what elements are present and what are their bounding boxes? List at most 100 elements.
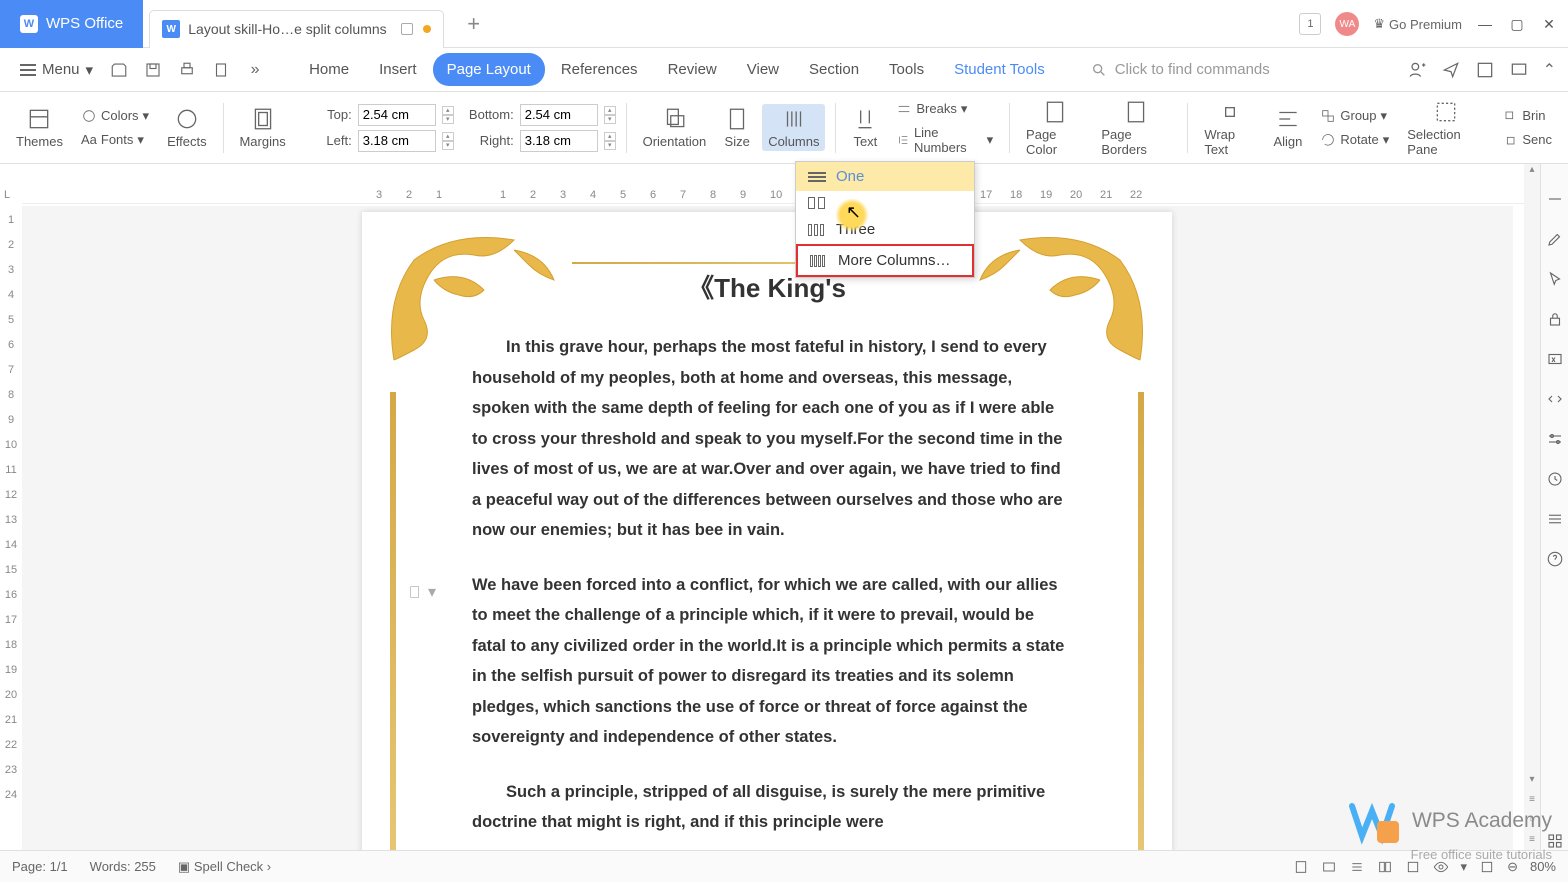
doc-thumbnail-icon — [401, 23, 413, 35]
tab-references[interactable]: References — [547, 53, 652, 86]
columns-two[interactable] — [796, 191, 974, 215]
minimize-button[interactable]: — — [1476, 16, 1494, 32]
maximize-button[interactable]: ▢ — [1508, 16, 1526, 33]
settings-icon[interactable] — [1546, 430, 1564, 448]
orientation-button[interactable]: Orientation — [637, 104, 713, 151]
bottom-input[interactable] — [520, 104, 598, 126]
menu-button[interactable]: Menu ▾ — [12, 57, 101, 83]
collapse-ribbon-icon[interactable]: ⌃ — [1543, 60, 1556, 80]
tab-tools[interactable]: Tools — [875, 53, 938, 86]
new-tab-button[interactable]: + — [460, 10, 488, 38]
breaks-button[interactable]: Breaks▾ — [890, 99, 999, 119]
status-bar: Page: 1/1 Words: 255 ▣ Spell Check › ▾ ⊖… — [0, 850, 1568, 882]
rotate-button[interactable]: Rotate▾ — [1314, 130, 1395, 150]
more-icon[interactable]: » — [245, 60, 265, 80]
tab-page-layout[interactable]: Page Layout — [433, 53, 545, 86]
view-print-icon[interactable] — [1293, 859, 1309, 875]
doc-type-icon: W — [162, 20, 180, 38]
wrap-text-button[interactable]: Wrap Text — [1198, 97, 1261, 159]
themes-button[interactable]: Themes — [10, 104, 69, 151]
page-borders-button[interactable]: Page Borders — [1095, 97, 1177, 159]
tab-review[interactable]: Review — [654, 53, 731, 86]
app-name: WPS Office — [46, 15, 123, 32]
select-icon[interactable] — [1546, 270, 1564, 288]
effects-button[interactable]: Effects — [161, 104, 213, 151]
user-add-icon[interactable] — [1407, 60, 1427, 80]
close-button[interactable]: ✕ — [1540, 16, 1558, 33]
ruler-toggle-icon[interactable] — [1546, 190, 1564, 208]
document-area: 《The King's In this grave hour, perhaps … — [22, 206, 1513, 850]
paragraph-options-button[interactable]: ▾ — [408, 582, 436, 602]
document-body[interactable]: In this grave hour, perhaps the most fat… — [472, 332, 1072, 850]
left-input[interactable] — [358, 130, 436, 152]
right-label: Right: — [464, 133, 514, 148]
tabrow-right: ⌃ — [1407, 60, 1556, 80]
view-web-icon[interactable] — [1321, 859, 1337, 875]
edit-icon[interactable] — [1546, 230, 1564, 248]
tab-insert[interactable]: Insert — [365, 53, 431, 86]
user-avatar[interactable]: WA — [1335, 12, 1359, 36]
unsaved-dot-icon — [423, 25, 431, 33]
help-icon[interactable] — [1546, 550, 1564, 568]
doc-tab-title: Layout skill-Ho…e split columns — [188, 21, 386, 37]
tab-view[interactable]: View — [733, 53, 793, 86]
share-icon[interactable] — [1441, 60, 1461, 80]
align-button[interactable]: Align — [1267, 104, 1308, 151]
go-premium-button[interactable]: ♛ Go Premium — [1373, 16, 1462, 32]
page-count[interactable]: Page: 1/1 — [12, 859, 68, 874]
size-button[interactable]: Size — [718, 104, 756, 151]
vertical-ruler[interactable]: 123456789101112131415161718192021222324 — [0, 210, 22, 850]
bottom-spinner[interactable]: ▴▾ — [604, 106, 616, 124]
spell-check[interactable]: ▣ Spell Check › — [178, 859, 271, 875]
view-reading-icon[interactable] — [1377, 859, 1393, 875]
comment-icon[interactable] — [1509, 60, 1529, 80]
translate-icon[interactable] — [1546, 350, 1564, 368]
view-outline-icon[interactable] — [1349, 859, 1365, 875]
vertical-scrollbar[interactable]: ▴ ▾ ≡ ○ ≡ — [1524, 164, 1540, 850]
tab-student-tools[interactable]: Student Tools — [940, 53, 1059, 86]
ruler-corner: L — [4, 189, 10, 201]
code-icon[interactable] — [1546, 390, 1564, 408]
window-count-badge[interactable]: 1 — [1299, 13, 1321, 35]
selection-pane-button[interactable]: Selection Pane — [1401, 97, 1490, 159]
fonts-button[interactable]: AaFonts▾ — [75, 130, 155, 150]
left-spinner[interactable]: ▴▾ — [442, 132, 454, 150]
open-icon[interactable] — [109, 60, 129, 80]
columns-three[interactable]: Three — [796, 215, 974, 244]
text-direction-button[interactable]: Text — [846, 104, 884, 151]
print-icon[interactable] — [177, 60, 197, 80]
search-icon — [1091, 62, 1107, 78]
bring-forward-button[interactable]: Brin — [1496, 106, 1558, 126]
document-tab[interactable]: W Layout skill-Ho…e split columns — [149, 10, 443, 48]
word-count[interactable]: Words: 255 — [90, 859, 156, 874]
page[interactable]: 《The King's In this grave hour, perhaps … — [362, 212, 1172, 850]
horizontal-ruler[interactable]: 32112345678910171819202122 — [22, 186, 1540, 204]
tab-section[interactable]: Section — [795, 53, 873, 86]
history-icon[interactable] — [1546, 470, 1564, 488]
columns-button[interactable]: Columns — [762, 104, 825, 151]
print-preview-icon[interactable] — [211, 60, 231, 80]
send-backward-button[interactable]: Senc — [1496, 130, 1558, 150]
menu-label: Menu — [42, 61, 80, 78]
scroll-down-icon[interactable]: ▾ — [1524, 774, 1540, 790]
right-spinner[interactable]: ▴▾ — [604, 132, 616, 150]
save-icon[interactable] — [143, 60, 163, 80]
left-label: Left: — [302, 133, 352, 148]
top-input[interactable] — [358, 104, 436, 126]
app-tab[interactable]: W WPS Office — [0, 0, 143, 48]
colors-button[interactable]: Colors▾ — [75, 106, 155, 126]
margins-button[interactable]: Margins — [233, 104, 291, 151]
lock-icon[interactable] — [1546, 310, 1564, 328]
top-spinner[interactable]: ▴▾ — [442, 106, 454, 124]
right-input[interactable] — [520, 130, 598, 152]
reading-mode-icon[interactable] — [1475, 60, 1495, 80]
group-button[interactable]: Group▾ — [1314, 106, 1395, 126]
page-color-button[interactable]: Page Color — [1020, 97, 1089, 159]
scroll-up-icon[interactable]: ▴ — [1524, 164, 1540, 180]
columns-more[interactable]: More Columns… — [796, 244, 974, 277]
tab-home[interactable]: Home — [295, 53, 363, 86]
command-search[interactable]: Click to find commands — [1091, 61, 1270, 78]
columns-one[interactable]: One — [796, 162, 974, 191]
outline-icon[interactable] — [1546, 510, 1564, 528]
line-numbers-button[interactable]: Line Numbers▾ — [890, 123, 999, 157]
